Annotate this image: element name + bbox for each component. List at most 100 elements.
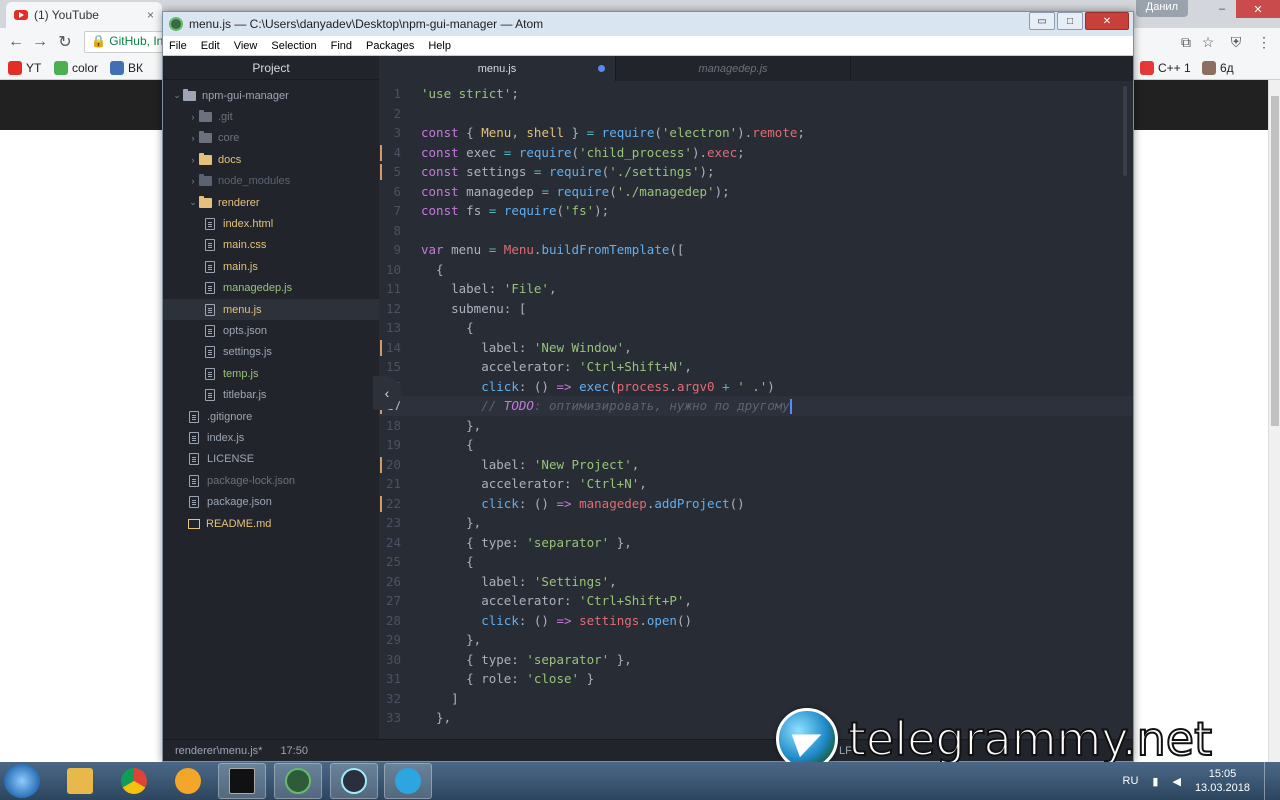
taskbar-atom[interactable] xyxy=(274,763,322,799)
code-line[interactable]: 2 xyxy=(379,104,1133,124)
menu-view[interactable]: View xyxy=(234,40,258,52)
tree-file[interactable]: managedep.js xyxy=(163,278,379,299)
code-line[interactable]: 21 accelerator: 'Ctrl+N', xyxy=(379,474,1133,494)
scrollbar-thumb[interactable] xyxy=(1271,96,1279,426)
chevron-down-icon[interactable]: ⌄ xyxy=(187,197,199,208)
editor-scrollbar[interactable] xyxy=(1123,86,1127,176)
code-line[interactable]: 29 }, xyxy=(379,630,1133,650)
code-line[interactable]: 8 xyxy=(379,221,1133,241)
tab-menu-js[interactable]: menu.js xyxy=(379,56,615,81)
tree-file[interactable]: main.css xyxy=(163,235,379,256)
taskbar-chrome[interactable] xyxy=(110,763,158,799)
code-line[interactable]: 6 const managedep = require('./managedep'… xyxy=(379,182,1133,202)
menu-edit[interactable]: Edit xyxy=(201,40,220,52)
code-line[interactable]: 27 accelerator: 'Ctrl+Shift+P', xyxy=(379,591,1133,611)
menu-selection[interactable]: Selection xyxy=(271,40,316,52)
chevron-right-icon[interactable]: › xyxy=(187,155,199,165)
tree-file[interactable]: menu.js xyxy=(163,299,379,320)
close-icon[interactable]: × xyxy=(147,8,154,22)
address-bar[interactable]: 🔒 GitHub, In xyxy=(84,31,164,53)
code-line[interactable]: 18 }, xyxy=(379,416,1133,436)
forward-icon[interactable]: → xyxy=(30,32,50,52)
star-icon[interactable]: ☆ xyxy=(1198,32,1218,52)
bookmark-color[interactable]: color xyxy=(54,60,98,76)
code-line[interactable]: 11 label: 'File', xyxy=(379,279,1133,299)
tree-file[interactable]: package-lock.json xyxy=(163,470,379,491)
language-indicator[interactable]: RU xyxy=(1123,775,1139,787)
translate-icon[interactable]: ⧉ xyxy=(1176,32,1196,52)
bookmark-cpp[interactable]: C++ 1 xyxy=(1140,60,1191,76)
code-editor[interactable]: 1'use strict'; 2 3 const { Menu, shell } = … xyxy=(379,81,1133,739)
code-line[interactable]: 25 { xyxy=(379,552,1133,572)
volume-icon[interactable]: ◀ xyxy=(1172,775,1180,788)
minimize-icon[interactable]: ‒ xyxy=(1208,0,1236,18)
tree-file[interactable]: index.js xyxy=(163,427,379,448)
code-line[interactable]: 30 { type: 'separator' }, xyxy=(379,650,1133,670)
menu-icon[interactable]: ⋮ xyxy=(1254,32,1274,52)
bookmark-vk[interactable]: ВК xyxy=(110,60,143,76)
show-desktop-button[interactable] xyxy=(1264,762,1274,800)
maximize-button[interactable]: □ xyxy=(1057,12,1083,30)
code-line[interactable]: 7 const fs = require('fs'); xyxy=(379,201,1133,221)
chevron-right-icon[interactable]: › xyxy=(187,112,199,122)
code-line[interactable]: 26 label: 'Settings', xyxy=(379,572,1133,592)
code-line[interactable]: 23 }, xyxy=(379,513,1133,533)
tree-file[interactable]: LICENSE xyxy=(163,449,379,470)
code-line[interactable]: 14 label: 'New Window', xyxy=(379,338,1133,358)
code-line[interactable]: 15 accelerator: 'Ctrl+Shift+N', xyxy=(379,357,1133,377)
tree-file[interactable]: package.json xyxy=(163,492,379,513)
menu-packages[interactable]: Packages xyxy=(366,40,414,52)
tree-folder[interactable]: › .git xyxy=(163,106,379,127)
chevron-right-icon[interactable]: › xyxy=(187,176,199,186)
tree-file[interactable]: temp.js xyxy=(163,363,379,384)
close-icon[interactable]: ✕ xyxy=(1236,0,1280,18)
tree-file[interactable]: main.js xyxy=(163,256,379,277)
taskbar-app[interactable] xyxy=(164,763,212,799)
shield-icon[interactable]: ⛨ xyxy=(1226,32,1246,52)
tree-file[interactable]: README.md xyxy=(163,513,379,534)
code-line[interactable]: 5 const settings = require('./settings'); xyxy=(379,162,1133,182)
taskbar-explorer[interactable] xyxy=(56,763,104,799)
code-line[interactable]: 28 click: () => settings.open() xyxy=(379,611,1133,631)
clock[interactable]: 15:05 13.03.2018 xyxy=(1195,767,1250,795)
code-line[interactable]: 4 const exec = require('child_process').e… xyxy=(379,143,1133,163)
reload-icon[interactable]: ↻ xyxy=(55,32,75,52)
code-line[interactable]: 24 { type: 'separator' }, xyxy=(379,533,1133,553)
code-line[interactable]: 31 { role: 'close' } xyxy=(379,669,1133,689)
close-button[interactable]: ✕ xyxy=(1085,12,1129,30)
taskbar-cmd[interactable] xyxy=(218,763,266,799)
menu-find[interactable]: Find xyxy=(331,40,352,52)
network-icon[interactable]: ▮ xyxy=(1152,775,1158,788)
tree-file[interactable]: titlebar.js xyxy=(163,385,379,406)
modified-indicator-icon[interactable] xyxy=(598,65,605,72)
tree-file[interactable]: .gitignore xyxy=(163,406,379,427)
code-line[interactable]: 22 click: () => managedep.addProject() xyxy=(379,494,1133,514)
bookmark-yt[interactable]: YT xyxy=(8,60,41,76)
minimize-button[interactable]: ▭ xyxy=(1029,12,1055,30)
tree-file[interactable]: index.html xyxy=(163,213,379,234)
tree-folder[interactable]: ⌄ npm-gui-manager xyxy=(163,85,379,106)
taskbar-electron[interactable] xyxy=(330,763,378,799)
code-line[interactable]: 3 const { Menu, shell } = require('electr… xyxy=(379,123,1133,143)
menu-file[interactable]: File xyxy=(169,40,187,52)
start-button[interactable] xyxy=(4,764,40,798)
code-line[interactable]: 20 label: 'New Project', xyxy=(379,455,1133,475)
back-icon[interactable]: ← xyxy=(6,32,26,52)
page-scrollbar[interactable] xyxy=(1268,80,1280,768)
chrome-profile-button[interactable]: Данил xyxy=(1135,0,1188,17)
code-line[interactable]: 10 { xyxy=(379,260,1133,280)
tree-file[interactable]: settings.js xyxy=(163,342,379,363)
code-line[interactable]: 12 submenu: [ xyxy=(379,299,1133,319)
menu-help[interactable]: Help xyxy=(428,40,451,52)
taskbar-telegram[interactable] xyxy=(384,763,432,799)
chrome-tab-youtube[interactable]: (1) YouTube × xyxy=(6,2,162,28)
tree-folder[interactable]: › docs xyxy=(163,149,379,170)
status-cursor-position[interactable]: 17:50 xyxy=(280,745,308,757)
chevron-down-icon[interactable]: ⌄ xyxy=(171,90,183,101)
bookmark-6d[interactable]: 6д xyxy=(1202,60,1234,76)
code-line[interactable]: 19 { xyxy=(379,435,1133,455)
tree-folder[interactable]: › core xyxy=(163,128,379,149)
tree-folder[interactable]: › node_modules xyxy=(163,171,379,192)
chevron-right-icon[interactable]: › xyxy=(187,133,199,143)
code-line[interactable]: 13 { xyxy=(379,318,1133,338)
